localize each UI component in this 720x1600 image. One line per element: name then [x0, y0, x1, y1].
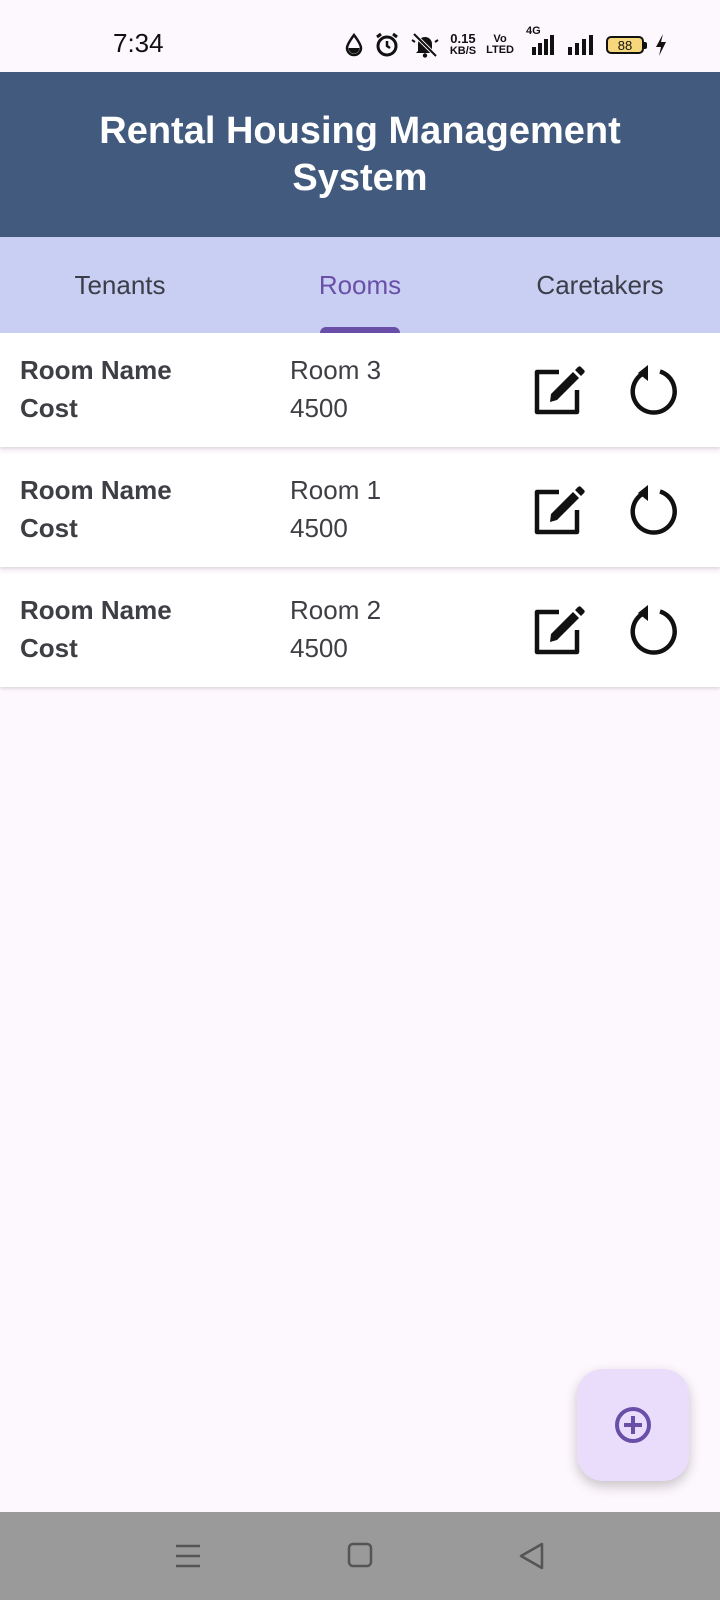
volte-bottom: LTED [486, 44, 514, 56]
status-icons: 0.15 KB/S Vo LTED 4G 88 [344, 25, 668, 60]
recent-apps-button[interactable] [168, 1538, 208, 1574]
room-cost-value: 4500 [290, 393, 348, 423]
notifications-muted-icon [411, 32, 439, 58]
add-circle-icon [615, 1407, 651, 1443]
room-name-label: Room Name [20, 595, 172, 625]
room-name-value: Room 3 [290, 355, 382, 385]
tab-rooms[interactable]: Rooms [240, 237, 480, 333]
back-triangle-icon [519, 1542, 544, 1570]
edit-room-button[interactable] [530, 603, 586, 659]
cost-label: Cost [20, 393, 78, 423]
status-time: 7:34 [113, 28, 164, 58]
edit-icon [534, 366, 585, 415]
network-type-label: 4G [526, 25, 541, 37]
tab-label: Tenants [74, 269, 166, 300]
battery-level: 88 [617, 37, 633, 53]
reset-room-button[interactable] [625, 363, 681, 419]
room-cost-value: 4500 [290, 513, 348, 543]
room-card: Room Name Cost Room 3 4500 [0, 333, 720, 447]
data-saver-icon [345, 33, 363, 57]
tab-bar: Tenants Rooms Caretakers [0, 237, 720, 333]
network-speed: 0.15 KB/S [449, 31, 477, 57]
rotate-ccw-icon [630, 485, 677, 535]
reset-room-button[interactable] [625, 603, 681, 659]
tab-caretakers[interactable]: Caretakers [480, 237, 720, 333]
charging-icon [656, 34, 666, 56]
tab-label: Rooms [318, 269, 402, 300]
edit-icon [534, 606, 585, 655]
signal-strength-icon-2 [568, 35, 593, 55]
status-bar: 7:34 0.15 KB/S Vo LTED 4G 88 [0, 0, 720, 72]
square-icon [347, 1542, 373, 1568]
room-cost-value: 4500 [290, 633, 348, 663]
battery-icon: 88 [606, 36, 647, 54]
room-list: Room Name Cost Room 3 4500 Room Name Cos [0, 333, 720, 693]
edit-icon [534, 486, 585, 535]
system-nav-bar [0, 1512, 720, 1600]
network-speed-value: 0.15 [450, 31, 476, 46]
edit-room-button[interactable] [530, 483, 586, 539]
tab-tenants[interactable]: Tenants [0, 237, 240, 333]
room-name-label: Room Name [20, 475, 172, 505]
rotate-ccw-icon [630, 365, 677, 415]
add-room-fab[interactable] [577, 1369, 689, 1481]
network-speed-unit: KB/S [449, 45, 477, 57]
edit-room-button[interactable] [530, 363, 586, 419]
home-button[interactable] [340, 1538, 380, 1574]
back-button[interactable] [512, 1538, 552, 1574]
alarm-icon [375, 32, 398, 57]
volte-indicator: Vo LTED [486, 34, 514, 56]
room-name-label: Room Name [20, 355, 172, 385]
rotate-ccw-icon [630, 605, 677, 655]
reset-room-button[interactable] [625, 483, 681, 539]
room-card: Room Name Cost Room 2 4500 [0, 573, 720, 687]
room-card: Room Name Cost Room 1 4500 [0, 453, 720, 567]
menu-icon [176, 1544, 200, 1568]
tab-label: Caretakers [536, 269, 664, 300]
signal-4g: 4G [524, 25, 556, 57]
room-name-value: Room 2 [290, 595, 382, 625]
screen: 7:34 0.15 KB/S Vo LTED 4G 88 Rental Hous… [0, 0, 720, 1600]
cost-label: Cost [20, 513, 78, 543]
cost-label: Cost [20, 633, 78, 663]
app-title: Rental Housing Management System [99, 109, 621, 199]
room-name-value: Room 1 [290, 475, 382, 505]
app-bar: Rental Housing Management System [0, 72, 720, 237]
